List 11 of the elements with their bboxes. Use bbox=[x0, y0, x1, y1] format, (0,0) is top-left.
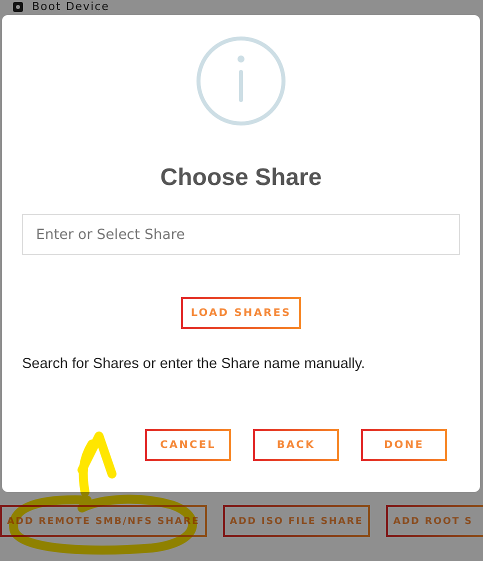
hint-text: Search for Shares or enter the Share name manually. bbox=[22, 356, 366, 372]
share-button[interactable]: ADD ISO FILE SHARE bbox=[222, 505, 370, 537]
dialog-button[interactable]: CANCEL bbox=[145, 429, 231, 461]
share-field[interactable]: Enter or Select Share bbox=[22, 214, 460, 255]
load-shares-button[interactable]: LOAD SHARES bbox=[180, 297, 302, 329]
section-heading: Boot Device bbox=[32, 0, 110, 14]
info-icon bbox=[196, 36, 286, 126]
dialog-button[interactable]: DONE bbox=[361, 429, 447, 461]
dialog-button[interactable]: BACK bbox=[253, 429, 339, 461]
share-button[interactable]: ADD ROOT S bbox=[386, 505, 483, 537]
dialog-title: Choose Share bbox=[159, 164, 323, 192]
